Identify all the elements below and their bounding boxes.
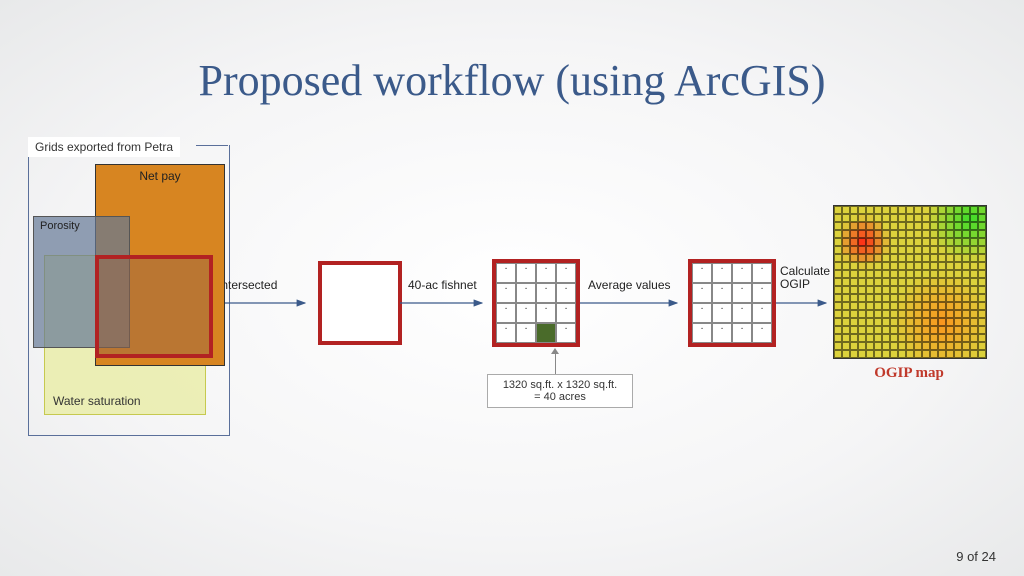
callout-line2: = 40 acres: [494, 391, 626, 403]
callout-box: 1320 sq.ft. x 1320 sq.ft. = 40 acres: [487, 374, 633, 408]
averaged-grid: [688, 259, 776, 347]
fishnet-grid: [492, 259, 580, 347]
ogip-heatmap: [833, 205, 987, 359]
net-pay-label: Net pay: [96, 169, 224, 183]
label-fishnet: 40-ac fishnet: [408, 278, 477, 292]
page-number: 9 of 24: [956, 549, 996, 564]
callout-line1: 1320 sq.ft. x 1320 sq.ft.: [494, 379, 626, 391]
label-calc-ogip: CalculateOGIP: [780, 265, 830, 291]
water-saturation-label: Water saturation: [53, 394, 141, 408]
slide-title: Proposed workflow (using ArcGIS): [0, 55, 1024, 106]
label-average: Average values: [588, 278, 671, 292]
intersected-box: [318, 261, 402, 345]
intersection-highlight: [95, 255, 213, 358]
porosity-label: Porosity: [40, 220, 80, 232]
petra-group-label: Grids exported from Petra: [28, 137, 180, 157]
label-intersected: Intersected: [218, 278, 277, 292]
ogip-map-label: OGIP map: [833, 365, 985, 382]
arrow-average: [580, 293, 685, 313]
arrow-calc-ogip: [776, 293, 834, 313]
arrow-fishnet: [400, 293, 490, 313]
callout-line: [555, 354, 556, 374]
